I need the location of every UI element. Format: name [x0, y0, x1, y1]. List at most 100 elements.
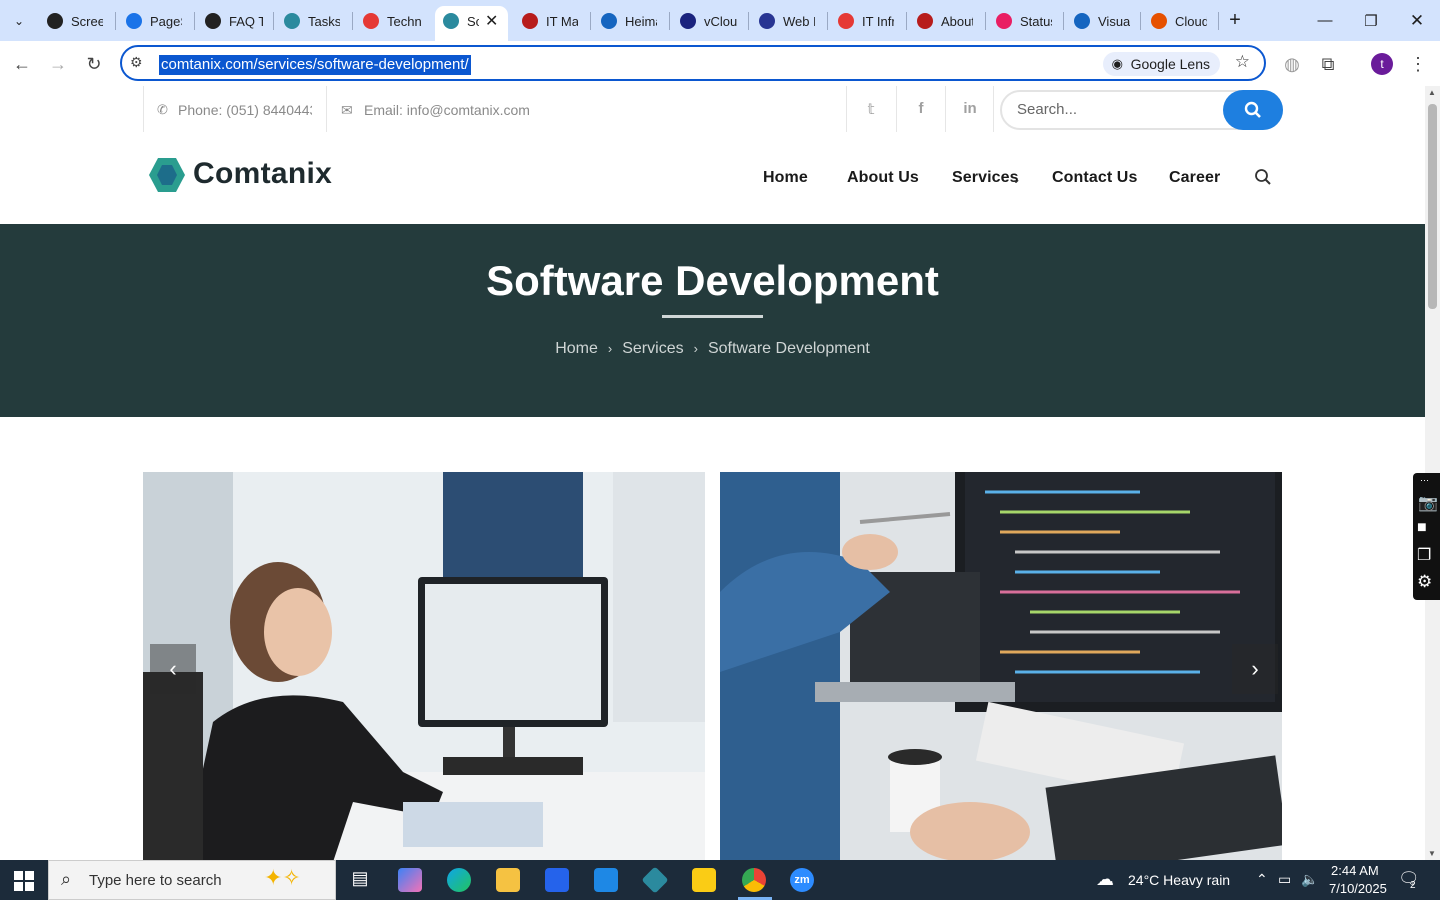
site-search-input[interactable]: Search...: [1017, 101, 1077, 118]
nav-services[interactable]: Services: [952, 169, 1019, 187]
breadcrumb-services[interactable]: Services: [622, 340, 683, 357]
tab-13[interactable]: Status: [996, 8, 1052, 34]
tab-6-active[interactable]: Sc: [443, 8, 479, 34]
settings-gear-icon[interactable]: ⚙: [1417, 572, 1432, 592]
tab-5[interactable]: Techn: [363, 8, 421, 34]
notifications-icon[interactable]: 🗨: [1398, 869, 1420, 889]
mail-icon[interactable]: [594, 868, 618, 892]
nav-career[interactable]: Career: [1169, 169, 1220, 187]
back-arrow-icon[interactable]: ←: [7, 49, 37, 79]
new-tab-plus-icon[interactable]: +: [1212, 0, 1258, 41]
tab-separator: [115, 12, 116, 30]
scrollbar-thumb[interactable]: [1428, 104, 1437, 309]
url-text[interactable]: comtanix.com/services/software-developme…: [159, 55, 471, 75]
tab-11[interactable]: IT Infr: [838, 8, 894, 34]
tab-favicon-icon: [443, 13, 459, 29]
slider-next-chevron-right-icon[interactable]: ›: [1232, 644, 1278, 694]
restore-window-icon[interactable]: ❐: [1348, 0, 1394, 41]
tab-10[interactable]: Web D: [759, 8, 815, 34]
task-view-icon[interactable]: ▤: [348, 868, 372, 892]
nav-contact-us[interactable]: Contact Us: [1052, 169, 1137, 187]
profile-avatar[interactable]: t: [1367, 49, 1397, 79]
copilot-app-icon[interactable]: [398, 868, 422, 892]
app-diamond-icon[interactable]: [641, 866, 669, 894]
brand-logo[interactable]: Comtanix: [148, 157, 332, 198]
more-dots-icon[interactable]: ⋯: [1420, 475, 1429, 486]
google-lens-button[interactable]: ◉ Google Lens: [1102, 52, 1220, 76]
logo-hexagon-icon: [149, 158, 185, 192]
scroll-up-arrow-icon[interactable]: ▲: [1428, 88, 1436, 97]
tab-4[interactable]: Tasks: [284, 8, 340, 34]
email-text[interactable]: Email: info@comtanix.com: [364, 102, 530, 118]
minimize-window-icon[interactable]: —: [1302, 0, 1348, 41]
video-camera-icon[interactable]: ■: [1417, 519, 1427, 537]
tab-7[interactable]: IT Ma: [522, 8, 578, 34]
tray-chevron-up-icon[interactable]: ⌃: [1256, 871, 1268, 888]
clock-time[interactable]: 2:44 AM: [1331, 863, 1379, 878]
tab-separator: [590, 12, 591, 30]
twitter-icon[interactable]: 𝕥: [861, 100, 881, 120]
slider-prev-chevron-left-icon[interactable]: ‹: [150, 644, 196, 694]
tab-search-icon[interactable]: ⌄: [2, 0, 36, 41]
edge-browser-icon[interactable]: [447, 868, 471, 892]
tab-favicon-icon: [522, 13, 538, 29]
scroll-down-arrow-icon[interactable]: ▼: [1428, 849, 1436, 858]
close-tab-icon[interactable]: ✕: [485, 8, 499, 34]
clock-date[interactable]: 7/10/2025: [1329, 881, 1387, 896]
facebook-icon[interactable]: f: [911, 100, 931, 120]
camera-icon[interactable]: 📷: [1418, 493, 1438, 513]
tab-title: vClou: [704, 13, 738, 29]
window-capture-icon[interactable]: ❐: [1417, 545, 1431, 565]
tab-title: FAQ T: [229, 13, 263, 29]
tab-favicon-icon: [126, 13, 142, 29]
nav-about-us[interactable]: About Us: [847, 169, 919, 187]
tab-1[interactable]: Scree: [47, 8, 103, 34]
address-bar[interactable]: ⚙ comtanix.com/services/software-develop…: [120, 45, 1266, 81]
taskbar-search-box[interactable]: ⌕ Type here to search ✦✧: [48, 860, 336, 900]
translate-globe-icon[interactable]: ◍: [1277, 49, 1307, 79]
tab-15[interactable]: Cloud: [1151, 8, 1207, 34]
file-explorer-icon[interactable]: [496, 868, 520, 892]
forward-arrow-icon[interactable]: →: [43, 49, 73, 79]
chevron-down-icon[interactable]: ⌄: [1011, 172, 1021, 186]
tab-title: Visua: [1098, 13, 1130, 29]
weather-text[interactable]: 24°C Heavy rain: [1128, 872, 1230, 888]
notification-count: 2: [1410, 880, 1416, 891]
tab-3[interactable]: FAQ T: [205, 8, 263, 34]
linkedin-icon[interactable]: in: [960, 100, 980, 120]
breadcrumb-home[interactable]: Home: [555, 340, 598, 357]
windows-start-icon[interactable]: [14, 871, 34, 896]
tab-8[interactable]: Heima: [601, 8, 657, 34]
phone-icon: ✆: [157, 102, 168, 117]
extensions-puzzle-icon[interactable]: ⧉: [1313, 49, 1343, 79]
tab-12[interactable]: About: [917, 8, 973, 34]
tab-separator: [1140, 12, 1141, 30]
breadcrumb-current: Software Development: [707, 340, 870, 357]
site-info-icon[interactable]: ⚙: [130, 54, 143, 71]
header-search-icon[interactable]: [1254, 168, 1272, 186]
zoom-app-icon[interactable]: zm: [790, 868, 814, 892]
page-title: Software Development: [486, 257, 939, 304]
bookmark-star-icon[interactable]: ☆: [1235, 52, 1250, 72]
sticky-notes-icon[interactable]: [692, 868, 716, 892]
site-search-box[interactable]: Search...: [1000, 90, 1283, 130]
tab-favicon-icon: [205, 13, 221, 29]
copilot-sparkle-icon: ✦✧: [264, 865, 301, 890]
taskbar-search-placeholder[interactable]: Type here to search: [89, 872, 222, 889]
microsoft-store-icon[interactable]: [545, 868, 569, 892]
tab-9[interactable]: vClou: [680, 8, 738, 34]
close-window-icon[interactable]: ✕: [1394, 0, 1440, 41]
lens-icon: ◉: [1111, 56, 1123, 71]
site-search-button[interactable]: [1223, 90, 1283, 130]
tab-2[interactable]: PageS: [126, 8, 182, 34]
chrome-browser-icon[interactable]: [742, 868, 766, 892]
volume-icon[interactable]: 🔈: [1301, 871, 1318, 888]
tab-title: Web D: [783, 13, 815, 29]
menu-kebab-icon[interactable]: ⋮: [1403, 49, 1433, 79]
tab-14[interactable]: Visua: [1074, 8, 1130, 34]
network-icon[interactable]: ▭: [1278, 871, 1291, 888]
divider: [993, 86, 994, 132]
reload-icon[interactable]: ↻: [79, 49, 109, 79]
nav-home[interactable]: Home: [763, 169, 808, 187]
tab-title: Heima: [625, 13, 657, 29]
